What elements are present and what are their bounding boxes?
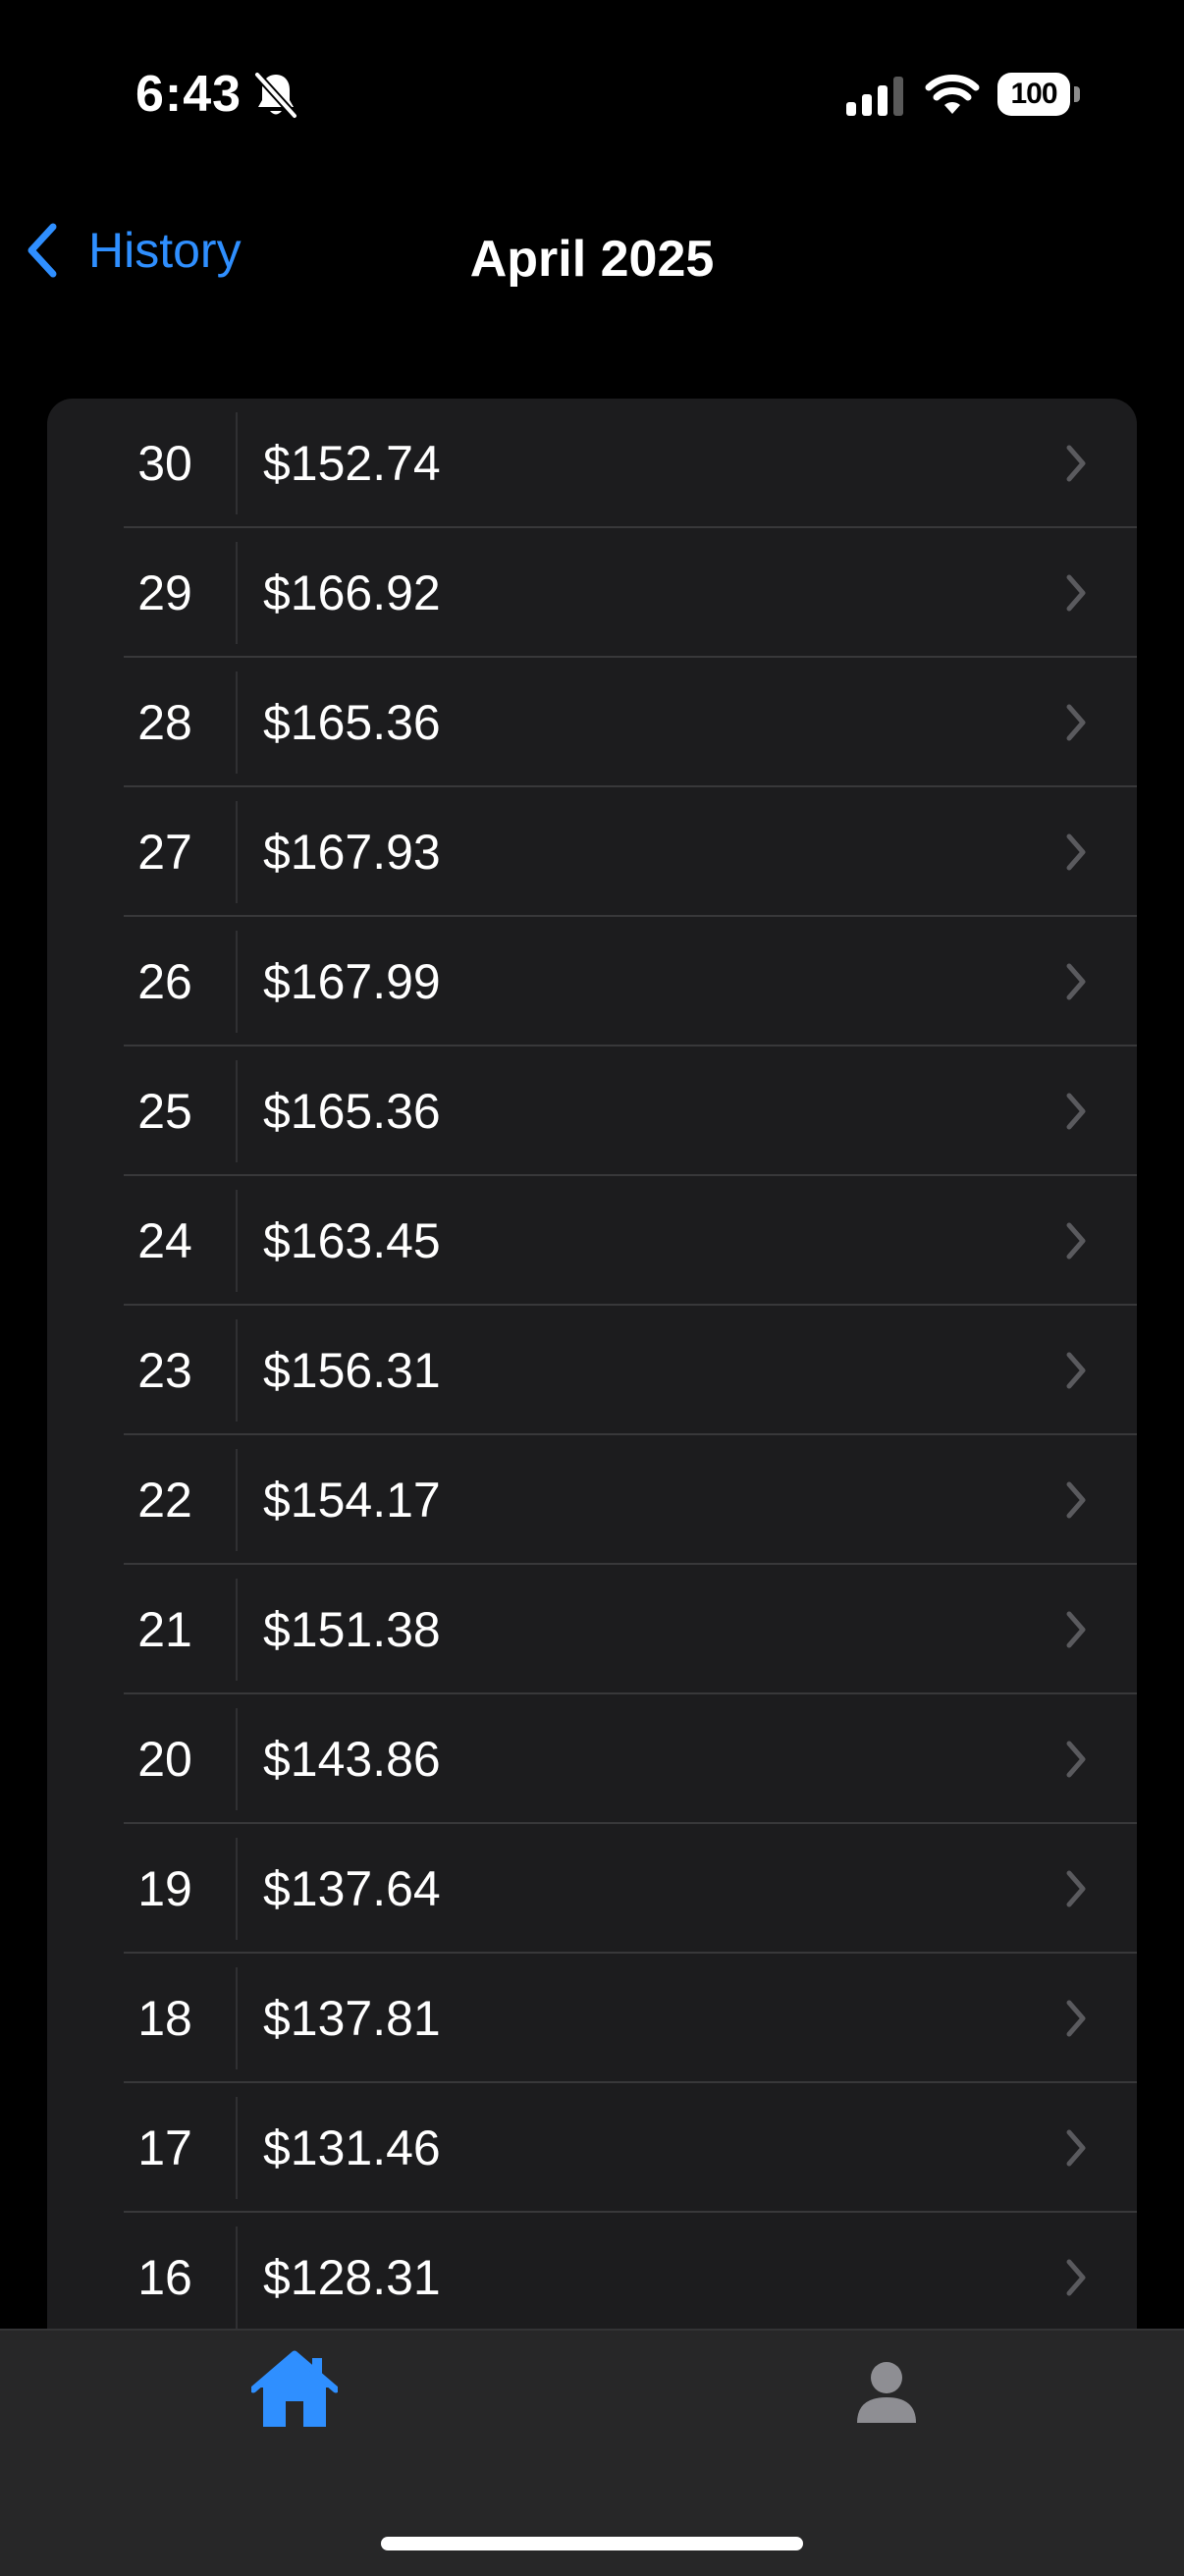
row-divider bbox=[236, 1190, 238, 1292]
row-amount: $167.93 bbox=[263, 825, 441, 880]
status-time: 6:43 bbox=[135, 66, 242, 123]
row-amount: $152.74 bbox=[263, 436, 441, 491]
wifi-icon bbox=[925, 75, 980, 114]
row-day: 16 bbox=[137, 2250, 192, 2305]
row-day: 17 bbox=[137, 2120, 192, 2175]
list-item[interactable]: 21 $151.38 bbox=[47, 1565, 1137, 1694]
row-amount: $156.31 bbox=[263, 1343, 441, 1398]
status-bar: 6:43 100 bbox=[0, 0, 1184, 187]
row-amount: $167.99 bbox=[263, 954, 441, 1009]
row-divider bbox=[236, 1060, 238, 1162]
row-amount: $163.45 bbox=[263, 1213, 441, 1268]
navigation-bar: History April 2025 bbox=[0, 187, 1184, 334]
row-divider bbox=[236, 931, 238, 1033]
list-item[interactable]: 22 $154.17 bbox=[47, 1435, 1137, 1565]
battery-level: 100 bbox=[997, 73, 1070, 116]
bell-slash-icon bbox=[254, 72, 297, 119]
list-item[interactable]: 19 $137.64 bbox=[47, 1824, 1137, 1954]
home-indicator bbox=[381, 2537, 803, 2550]
list-item[interactable]: 27 $167.93 bbox=[47, 787, 1137, 917]
row-divider bbox=[236, 1319, 238, 1422]
row-day: 22 bbox=[137, 1473, 192, 1528]
row-amount: $165.36 bbox=[263, 695, 441, 750]
row-divider bbox=[236, 542, 238, 644]
row-amount: $166.92 bbox=[263, 565, 441, 620]
battery-cap bbox=[1074, 86, 1080, 102]
row-divider bbox=[236, 671, 238, 774]
row-day: 29 bbox=[137, 565, 192, 620]
row-amount: $131.46 bbox=[263, 2120, 441, 2175]
row-day: 20 bbox=[137, 1732, 192, 1787]
page-title: April 2025 bbox=[469, 231, 715, 288]
row-day: 21 bbox=[137, 1602, 192, 1657]
list-item[interactable]: 26 $167.99 bbox=[47, 917, 1137, 1046]
row-amount: $154.17 bbox=[263, 1473, 441, 1528]
battery-icon: 100 bbox=[997, 73, 1080, 118]
list-item[interactable]: 17 $131.46 bbox=[47, 2083, 1137, 2213]
row-amount: $151.38 bbox=[263, 1602, 441, 1657]
row-day: 19 bbox=[137, 1861, 192, 1916]
row-day: 30 bbox=[137, 436, 192, 491]
list-item[interactable]: 25 $165.36 bbox=[47, 1046, 1137, 1176]
row-day: 25 bbox=[137, 1084, 192, 1139]
row-divider bbox=[236, 1838, 238, 1940]
row-divider bbox=[236, 1579, 238, 1681]
chevron-right-icon bbox=[1066, 574, 1086, 612]
row-day: 18 bbox=[137, 1991, 192, 2046]
chevron-right-icon bbox=[1066, 1222, 1086, 1260]
row-day: 23 bbox=[137, 1343, 192, 1398]
row-day: 27 bbox=[137, 825, 192, 880]
row-divider bbox=[236, 1967, 238, 2069]
list-item[interactable]: 29 $166.92 bbox=[47, 528, 1137, 658]
row-divider bbox=[236, 801, 238, 903]
chevron-right-icon bbox=[1066, 2259, 1086, 2296]
home-icon[interactable] bbox=[251, 2348, 338, 2431]
row-amount: $165.36 bbox=[263, 1084, 441, 1139]
list-item[interactable]: 23 $156.31 bbox=[47, 1306, 1137, 1435]
row-amount: $128.31 bbox=[263, 2250, 441, 2305]
list-item[interactable]: 16 $128.31 bbox=[47, 2213, 1137, 2342]
row-divider bbox=[236, 2097, 238, 2199]
chevron-right-icon bbox=[1066, 704, 1086, 741]
row-amount: $143.86 bbox=[263, 1732, 441, 1787]
chevron-right-icon bbox=[1066, 445, 1086, 482]
row-amount: $137.64 bbox=[263, 1861, 441, 1916]
list-item[interactable]: 18 $137.81 bbox=[47, 1954, 1137, 2083]
row-amount: $137.81 bbox=[263, 1991, 441, 2046]
person-icon[interactable] bbox=[854, 2360, 919, 2425]
chevron-right-icon bbox=[1066, 1481, 1086, 1519]
list-item[interactable]: 30 $152.74 bbox=[47, 399, 1137, 528]
row-day: 28 bbox=[137, 695, 192, 750]
history-list: 30 $152.74 29 $166.92 28 $165.36 27 $167.93 26 $1… bbox=[47, 399, 1137, 2362]
row-divider bbox=[236, 1708, 238, 1810]
row-divider bbox=[236, 1449, 238, 1551]
row-divider bbox=[236, 2227, 238, 2329]
chevron-right-icon bbox=[1066, 1352, 1086, 1389]
chevron-right-icon bbox=[1066, 1870, 1086, 1907]
cellular-signal-icon bbox=[846, 77, 903, 116]
chevron-right-icon bbox=[1066, 2000, 1086, 2037]
list-item[interactable]: 20 $143.86 bbox=[47, 1694, 1137, 1824]
row-day: 26 bbox=[137, 954, 192, 1009]
chevron-right-icon bbox=[1066, 833, 1086, 871]
row-day: 24 bbox=[137, 1213, 192, 1268]
list-item[interactable]: 24 $163.45 bbox=[47, 1176, 1137, 1306]
chevron-right-icon bbox=[1066, 1093, 1086, 1130]
chevron-right-icon bbox=[1066, 2129, 1086, 2167]
row-divider bbox=[236, 412, 238, 514]
chevron-right-icon bbox=[1066, 1741, 1086, 1778]
chevron-right-icon bbox=[1066, 963, 1086, 1000]
chevron-right-icon bbox=[1066, 1611, 1086, 1648]
list-item[interactable]: 28 $165.36 bbox=[47, 658, 1137, 787]
